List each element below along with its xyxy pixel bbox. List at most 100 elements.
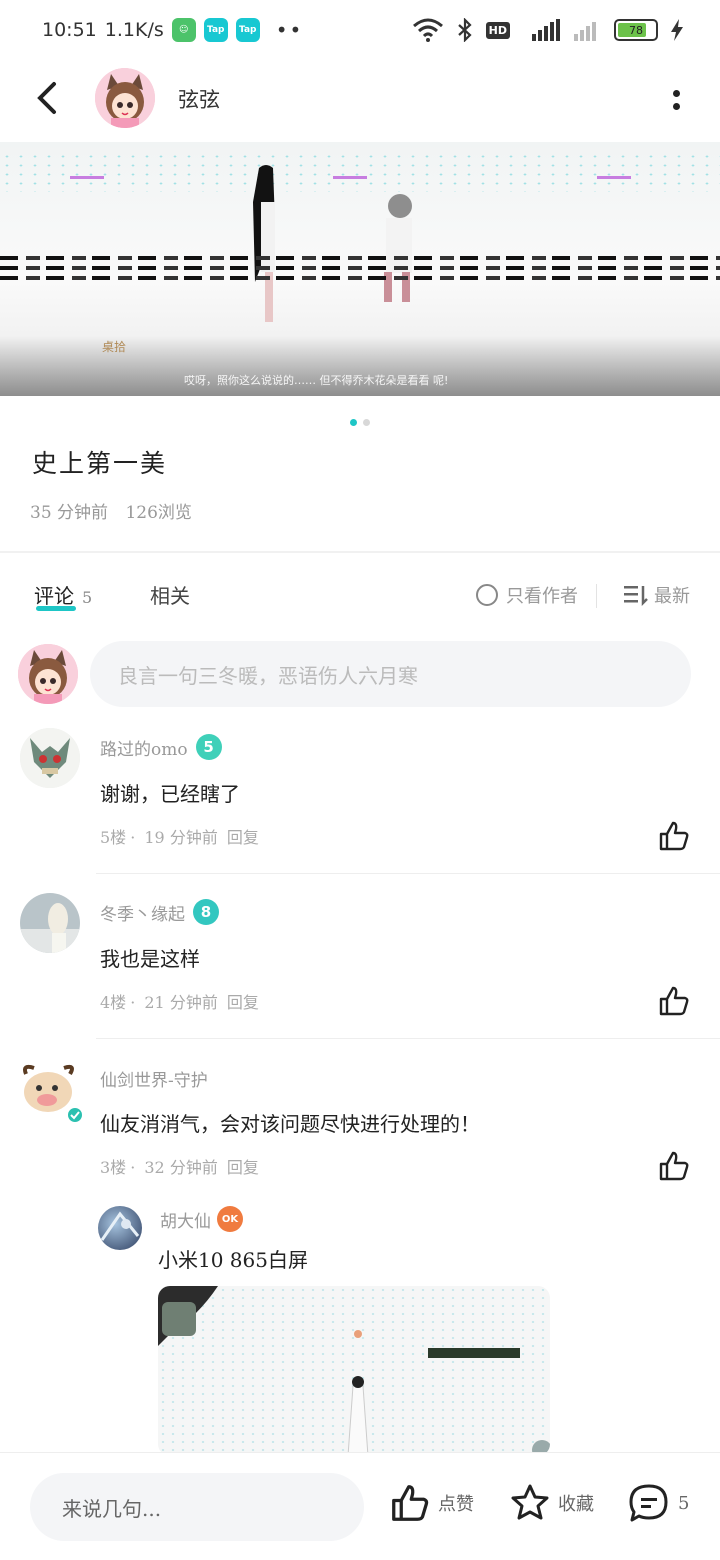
tab-separator: [596, 584, 597, 608]
more-notifications-icon: ••: [275, 18, 304, 42]
page-dot: [363, 419, 370, 426]
media-watermark: 桌拾: [102, 340, 127, 354]
reply-author-name[interactable]: 胡大仙: [160, 1207, 211, 1232]
stripe: [0, 276, 720, 280]
character-figure-image: [384, 194, 412, 302]
screenshot-content: [158, 1286, 550, 1456]
meta-separator: ·: [130, 1158, 136, 1177]
more-options-icon[interactable]: [666, 82, 686, 118]
status-bar: 10:51 1.1K/s ☺ Tap Tap •• HD 78: [0, 0, 720, 64]
top-app-bar: 弦弦: [0, 64, 720, 136]
post-time: 35 分钟前: [30, 503, 109, 523]
comment-text: 谢谢，已经瞎了: [100, 782, 240, 806]
verified-badge-icon: [66, 1106, 84, 1124]
media-artifact-dash: [597, 176, 631, 179]
comment-meta: 5楼 · 19 分钟前 回复: [100, 824, 263, 848]
like-icon[interactable]: [658, 820, 690, 852]
back-arrow-icon[interactable]: [30, 78, 66, 118]
robot-avatar-icon: [20, 728, 80, 788]
like-icon[interactable]: [658, 985, 690, 1017]
meta-separator: ·: [130, 993, 136, 1012]
author-only-label: 只看作者: [506, 586, 578, 607]
bottom-action-bar: 来说几句... 点赞 收藏 5: [0, 1452, 720, 1560]
character-avatar-icon: [20, 893, 80, 953]
comment-divider: [96, 873, 720, 874]
current-user-avatar: [18, 644, 78, 704]
ok-badge: OK: [217, 1206, 243, 1232]
comment-time: 21 分钟前: [144, 993, 218, 1012]
network-speed: 1.1K/s: [104, 19, 164, 41]
dot: [672, 103, 680, 110]
sort-list-icon: [624, 586, 648, 606]
carousel-indicator: [350, 419, 370, 426]
author-avatar[interactable]: [95, 68, 155, 128]
cat-girl-avatar-icon: [18, 644, 78, 704]
commenter-name-row: 仙剑世界-守护: [100, 1066, 208, 1091]
signal-icon: [532, 19, 560, 41]
character-figure-image: [253, 165, 275, 322]
favorite-button[interactable]: 收藏: [510, 1483, 594, 1523]
comment-time: 32 分钟前: [144, 1158, 218, 1177]
reply-avatar[interactable]: [98, 1206, 142, 1250]
charging-icon: [671, 19, 683, 41]
author-name[interactable]: 弦弦: [178, 84, 220, 114]
tab-comments-label: 评论: [34, 584, 74, 608]
commenter-name[interactable]: 仙剑世界-守护: [100, 1066, 208, 1091]
status-left: 10:51 1.1K/s ☺ Tap Tap ••: [42, 18, 303, 42]
reply-link[interactable]: 回复: [227, 1158, 259, 1177]
tap-app-icon: Tap: [203, 18, 228, 42]
commenter-avatar[interactable]: [20, 893, 80, 953]
post-media-carousel[interactable]: 桌拾 哎呀，照你这么说说的…… 但不得乔木花朵是看看 呢!: [0, 142, 720, 396]
commenter-name[interactable]: 路过的omo: [100, 735, 188, 760]
bottom-comment-input[interactable]: 来说几句...: [30, 1473, 364, 1541]
comment-tabs: 评论 5 相关 只看作者 最新: [0, 580, 720, 620]
post-title: 史上第一美: [32, 449, 168, 478]
stripe: [0, 266, 720, 270]
comment-floor: 5楼: [100, 828, 127, 847]
character-avatar-icon: [100, 1211, 140, 1241]
stripe: [0, 256, 720, 260]
tab-comments[interactable]: 评论 5: [34, 580, 92, 609]
comment-floor: 3楼: [100, 1158, 127, 1177]
media-artifact-pattern: [0, 152, 720, 192]
like-button[interactable]: 点赞: [390, 1483, 474, 1523]
comments-button[interactable]: 5: [628, 1483, 689, 1523]
post-meta: 35 分钟前 126浏览: [30, 498, 204, 523]
bluetooth-icon: [457, 18, 472, 42]
comment-bubble-icon: [629, 1484, 668, 1522]
commenter-name[interactable]: 冬季丶缘起: [100, 900, 185, 925]
like-label: 点赞: [438, 1494, 474, 1515]
reply-name-row: 胡大仙 OK: [160, 1206, 243, 1232]
app-notification-icon: ☺: [171, 18, 196, 42]
reply-link[interactable]: 回复: [227, 993, 259, 1012]
tap-app-icon: Tap: [235, 18, 260, 42]
like-icon: [392, 1485, 429, 1521]
section-divider: [0, 551, 720, 553]
star-icon: [511, 1484, 549, 1520]
dot: [672, 90, 680, 97]
level-badge: 5: [195, 734, 222, 760]
signal-weak-icon: [574, 22, 596, 41]
reply-link[interactable]: 回复: [227, 828, 259, 847]
page-dot-active: [350, 419, 357, 426]
comment-input[interactable]: 良言一句三冬暖，恶语伤人六月寒: [90, 641, 691, 707]
media-artifact-dash: [333, 176, 367, 179]
comment-text: 我也是这样: [100, 947, 200, 971]
reply-text: 小米10 865白屏: [158, 1248, 308, 1272]
reply-screenshot-image[interactable]: [158, 1286, 550, 1456]
tab-related[interactable]: 相关: [150, 580, 190, 609]
comment-count: 5: [678, 1492, 690, 1514]
sort-latest-button[interactable]: 最新: [624, 582, 690, 608]
active-tab-indicator: [36, 606, 76, 611]
battery-icon: 78: [614, 19, 658, 41]
commenter-name-row: 路过的omo 5: [100, 734, 222, 760]
commenter-avatar[interactable]: [20, 1060, 84, 1124]
commenter-avatar[interactable]: [20, 728, 80, 788]
comment-meta: 4楼 · 21 分钟前 回复: [100, 989, 263, 1013]
status-time: 10:51: [42, 19, 97, 41]
favorite-label: 收藏: [558, 1494, 594, 1515]
author-only-toggle[interactable]: 只看作者: [476, 582, 578, 608]
media-artifact-dash: [70, 176, 104, 179]
like-icon[interactable]: [658, 1150, 690, 1182]
status-right: HD 78: [412, 18, 684, 42]
